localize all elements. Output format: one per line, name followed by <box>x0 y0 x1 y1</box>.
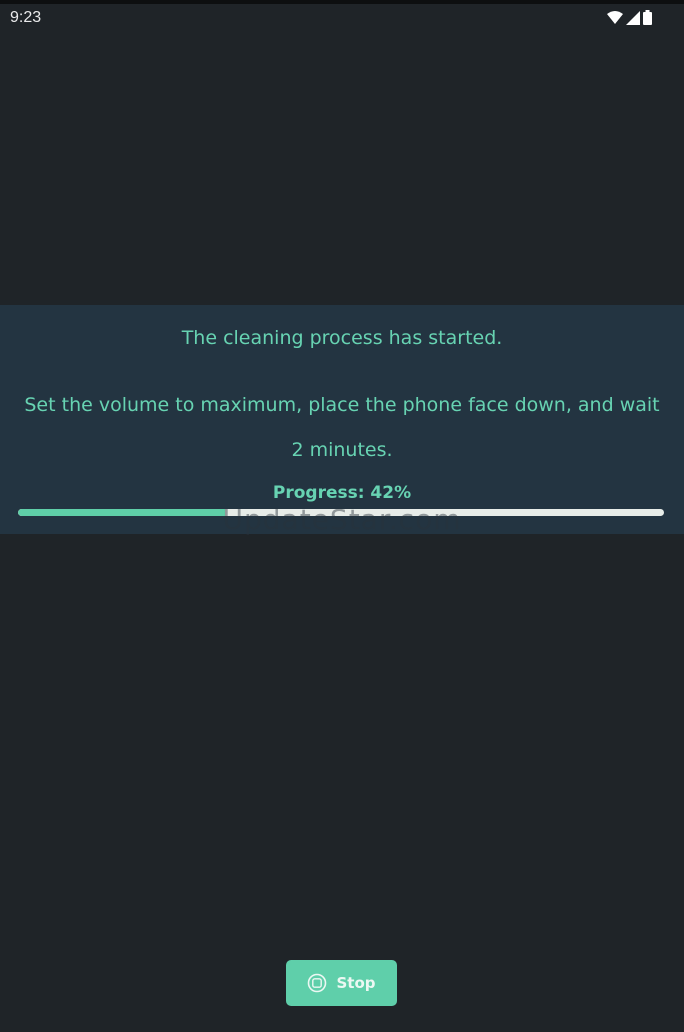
progress-bar <box>18 509 664 516</box>
stop-button-label: Stop <box>336 974 376 992</box>
watermark: UpdateStar.com <box>222 503 462 536</box>
battery-icon <box>643 10 652 25</box>
status-icons <box>607 10 652 25</box>
cleaning-title: The cleaning process has started. <box>181 327 503 349</box>
cellular-signal-icon <box>626 10 640 25</box>
progress-label: Progress: 42% <box>272 483 412 503</box>
cleaning-panel: The cleaning process has started. Set th… <box>0 305 684 536</box>
stop-button[interactable]: Stop <box>286 960 397 1006</box>
wifi-icon <box>607 11 623 24</box>
stop-circle-icon <box>308 973 327 993</box>
progress-fill <box>18 509 225 516</box>
cleaning-instructions: Set the volume to maximum, place the pho… <box>24 394 660 461</box>
status-time: 9:23 <box>10 9 42 26</box>
status-bar: 9:23 <box>0 4 684 32</box>
